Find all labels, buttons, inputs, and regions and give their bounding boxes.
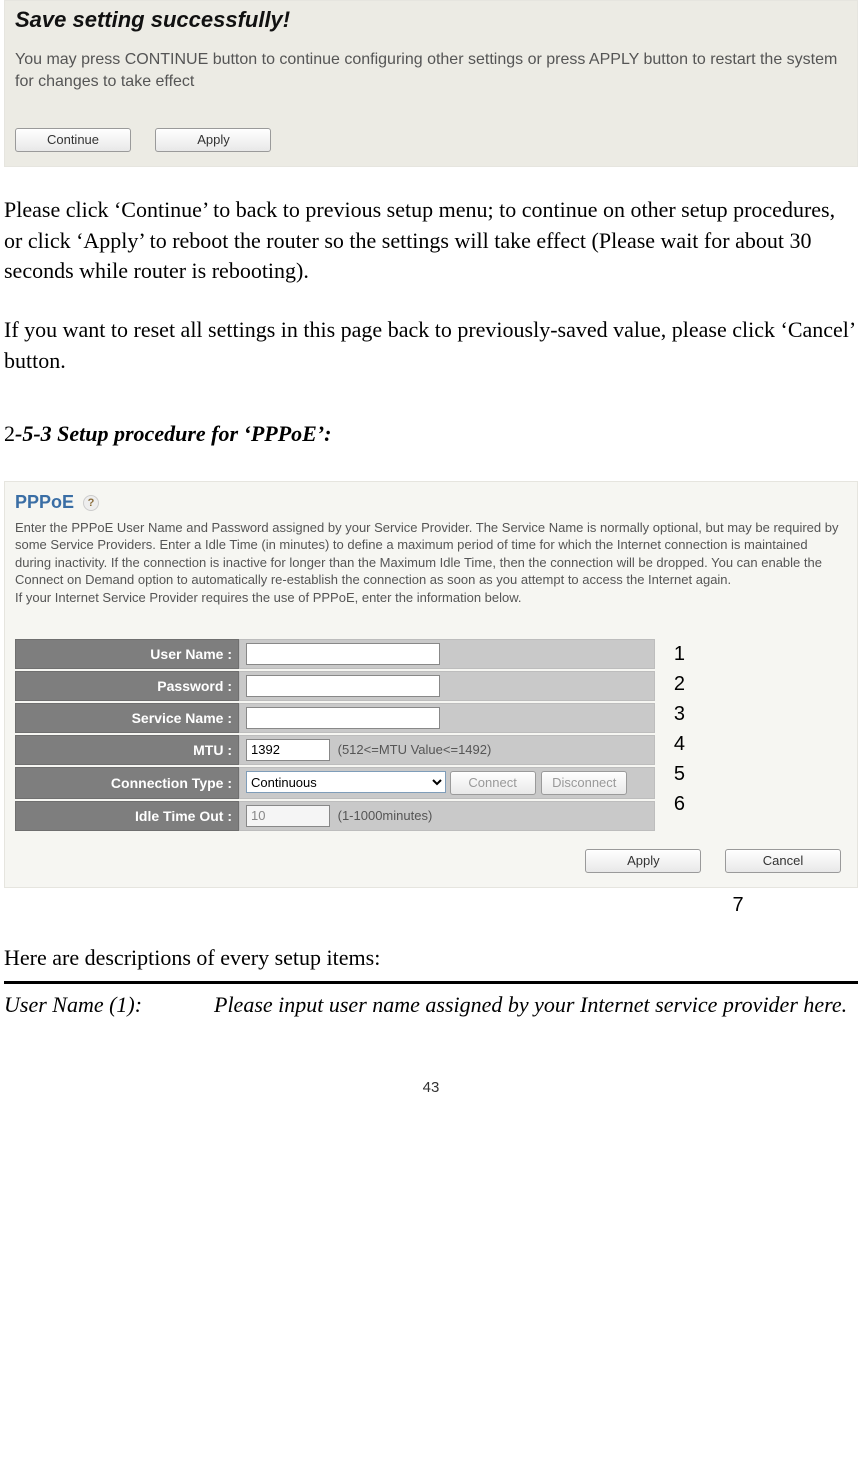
password-label: Password : [15, 671, 239, 701]
annotation-6: 6 [674, 789, 685, 819]
password-input[interactable] [246, 675, 440, 697]
idletimeout-input[interactable] [246, 805, 330, 827]
apply-button[interactable]: Apply [155, 128, 271, 152]
definition-row: User Name (1): Please input user name as… [4, 990, 858, 1020]
panel-button-row: Apply Cancel [15, 849, 847, 873]
username-input[interactable] [246, 643, 440, 665]
annotation-3: 3 [674, 699, 685, 729]
panel-title-text: PPPoE [15, 492, 74, 512]
continue-button[interactable]: Continue [15, 128, 131, 152]
servicename-label: Service Name : [15, 703, 239, 733]
definition-value: Please input user name assigned by your … [214, 990, 858, 1020]
save-success-panel: Save setting successfully! You may press… [4, 0, 858, 167]
success-heading: Save setting successfully! [15, 7, 847, 33]
divider [4, 981, 858, 984]
idletimeout-hint: (1-1000minutes) [338, 808, 433, 823]
disconnect-button[interactable]: Disconnect [541, 771, 627, 795]
connectiontype-select[interactable]: Continuous [246, 771, 446, 793]
mtu-hint: (512<=MTU Value<=1492) [338, 742, 492, 757]
connectiontype-label: Connection Type : [15, 767, 239, 799]
panel-title: PPPoE ? [15, 492, 847, 513]
section-number: 2 [4, 421, 15, 446]
annotation-2: 2 [674, 669, 685, 699]
panel-description: Enter the PPPoE User Name and Password a… [15, 519, 847, 607]
username-label: User Name : [15, 639, 239, 669]
annotation-5: 5 [674, 759, 685, 789]
mtu-input[interactable] [246, 739, 330, 761]
panel-cancel-button[interactable]: Cancel [725, 849, 841, 873]
settings-table: User Name : Password : Service Name : MT… [15, 637, 655, 833]
connect-button[interactable]: Connect [450, 771, 536, 795]
descriptions-intro: Here are descriptions of every setup ite… [4, 945, 858, 971]
instruction-paragraph-1: Please click ‘Continue’ to back to previ… [4, 195, 858, 287]
pppoe-panel: PPPoE ? Enter the PPPoE User Name and Pa… [4, 481, 858, 888]
mtu-label: MTU : [15, 735, 239, 765]
annotation-numbers: 1 2 3 4 5 6 [674, 639, 685, 819]
annotation-1: 1 [674, 639, 685, 669]
annotation-4: 4 [674, 729, 685, 759]
idletimeout-label: Idle Time Out : [15, 801, 239, 831]
annotation-7: 7 [618, 894, 858, 917]
instruction-paragraph-2: If you want to reset all settings in thi… [4, 315, 858, 377]
definition-key: User Name (1): [4, 990, 214, 1020]
page-number: 43 [4, 1079, 858, 1096]
section-heading: 2-5-3 Setup procedure for ‘PPPoE’: [4, 421, 858, 447]
success-description: You may press CONTINUE button to continu… [15, 49, 847, 94]
help-icon[interactable]: ? [83, 495, 99, 511]
servicename-input[interactable] [246, 707, 440, 729]
panel-apply-button[interactable]: Apply [585, 849, 701, 873]
section-title: -5-3 Setup procedure for ‘PPPoE’: [15, 421, 332, 446]
